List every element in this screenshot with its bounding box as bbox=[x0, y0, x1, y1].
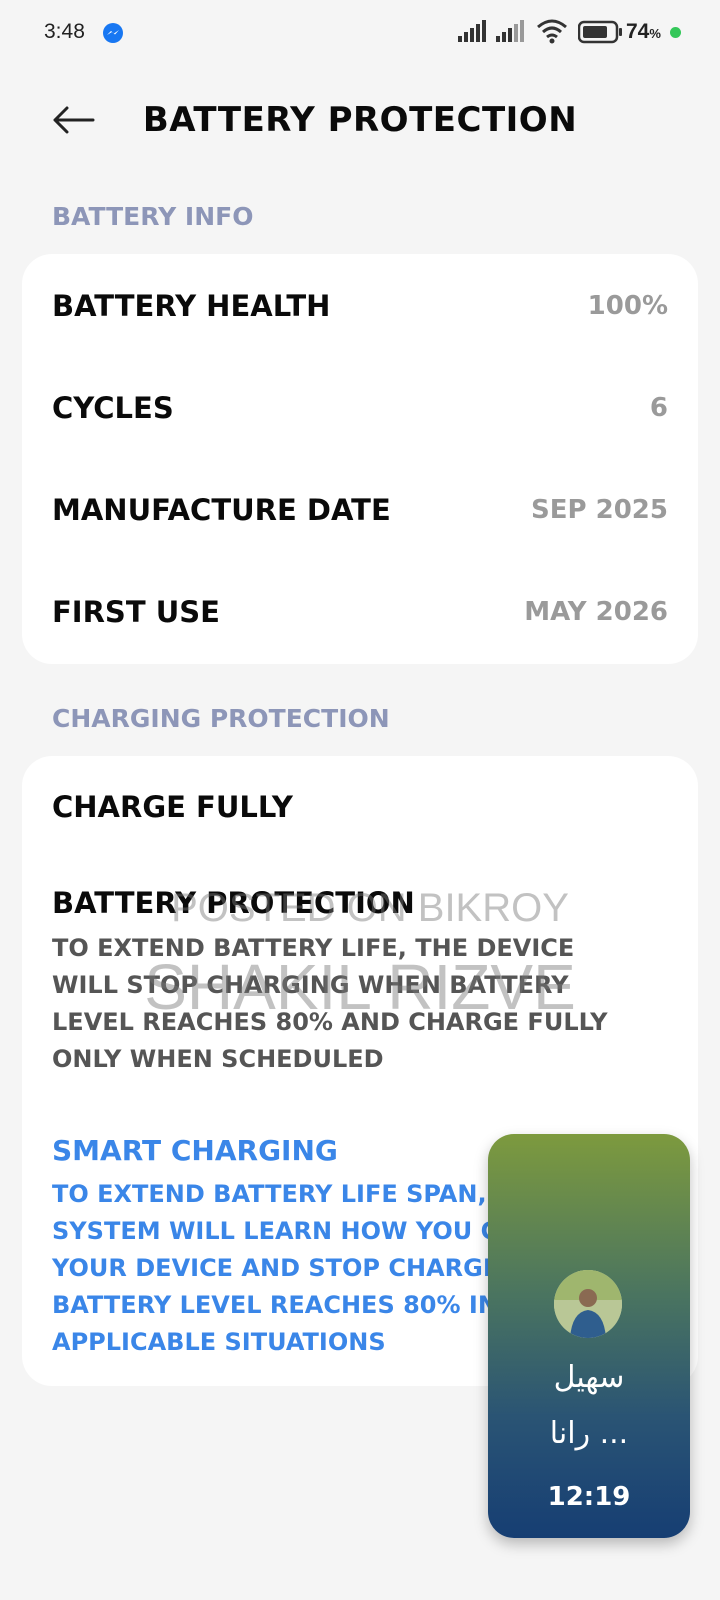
caller-name-line1: سهيل bbox=[553, 1360, 625, 1395]
row-value: MAY 2026 bbox=[524, 597, 668, 627]
row-label: CYCLES bbox=[52, 391, 174, 425]
row-label: FIRST USE bbox=[52, 595, 220, 629]
cycles-row: CYCLES 6 bbox=[52, 388, 668, 428]
signal-icon bbox=[458, 20, 490, 46]
messenger-icon bbox=[102, 22, 124, 44]
floating-call-bubble[interactable]: سهيل رانا ... 12:19 bbox=[488, 1134, 690, 1538]
wifi-icon bbox=[536, 18, 568, 48]
privacy-indicator-dot bbox=[670, 27, 681, 38]
signal-icon bbox=[496, 20, 528, 46]
battery-icon bbox=[577, 20, 624, 48]
status-time: 3:48 bbox=[44, 20, 85, 43]
battery-protection-title: BATTERY PROTECTION bbox=[52, 886, 415, 920]
row-label: BATTERY HEALTH bbox=[52, 289, 331, 323]
row-value: SEP 2025 bbox=[531, 495, 668, 525]
caller-name-line2: رانا ... bbox=[549, 1416, 629, 1451]
battery-protection-description: TO EXTEND BATTERY LIFE, THE DEVICE WILL … bbox=[52, 934, 608, 1073]
row-value: 100% bbox=[587, 291, 668, 321]
smart-charging-title: SMART CHARGING bbox=[52, 1134, 338, 1167]
section-header-charging-protection: CHARGING PROTECTION bbox=[52, 704, 390, 733]
page-title: BATTERY PROTECTION bbox=[142, 100, 578, 140]
battery-health-row: BATTERY HEALTH 100% bbox=[52, 286, 668, 326]
status-bar: 3:48 74% bbox=[0, 0, 720, 64]
call-timer: 12:19 bbox=[547, 1482, 631, 1512]
battery-percent: 74% bbox=[626, 20, 661, 43]
row-label: MANUFACTURE DATE bbox=[52, 493, 391, 527]
row-value: 6 bbox=[649, 393, 668, 423]
battery-info-card: BATTERY HEALTH 100% CYCLES 6 MANUFACTURE… bbox=[22, 254, 698, 664]
charge-fully-option[interactable]: CHARGE FULLY bbox=[52, 790, 293, 824]
section-header-battery-info: BATTERY INFO bbox=[52, 202, 254, 231]
first-use-row: FIRST USE MAY 2026 bbox=[52, 592, 668, 632]
avatar bbox=[554, 1270, 622, 1338]
manufacture-date-row: MANUFACTURE DATE SEP 2025 bbox=[52, 490, 668, 530]
